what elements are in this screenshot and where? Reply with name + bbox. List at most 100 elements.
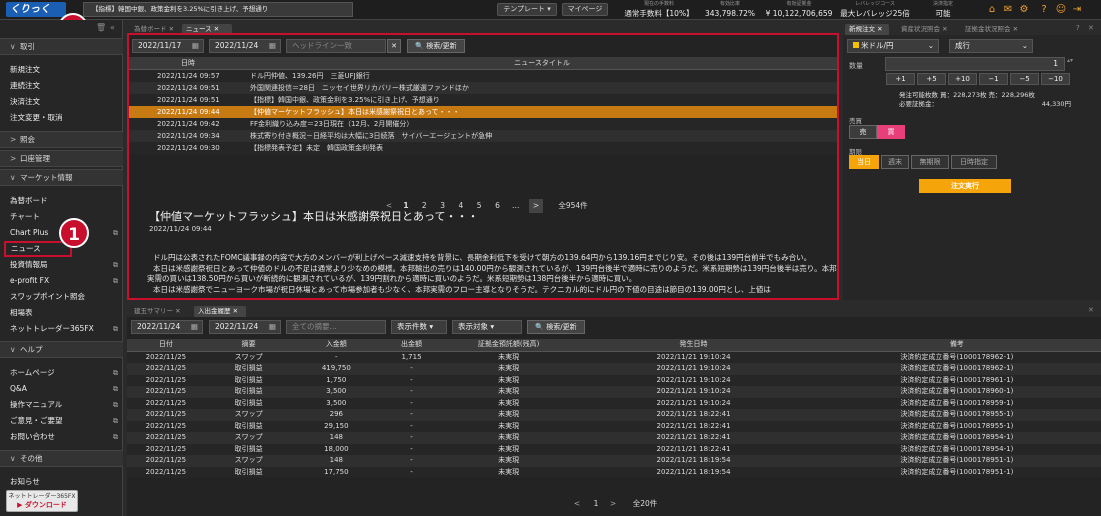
column-header[interactable]: 入金額 [292,339,381,352]
history-row[interactable]: 2022/11/25 取引損益 29,150- 未実現 2022/11/21 18:22… [127,420,1101,432]
news-row[interactable]: 2022/11/24 09:57 ドル円仲値、139.26円 三菱UFJ銀行 [129,69,837,82]
sidebar-item-modify-order[interactable]: 注文変更・取消 [10,111,118,125]
column-header[interactable]: 摘要 [204,339,293,352]
sidebar-section-trade[interactable]: ∨ 取引 [0,38,123,55]
sidebar-item-manual[interactable]: 操作マニュアル ⧉ [10,398,118,412]
tab-position-summary[interactable]: 建玉サマリー ✕ [130,306,190,317]
next-page-button[interactable]: > [607,497,619,511]
sidebar-item-serial-order[interactable]: 連続注文 [10,79,118,93]
order-type-select[interactable]: 成行 ⌄ [949,39,1033,53]
qty-plus1[interactable]: +1 [886,73,915,85]
sidebar-section-inquiry[interactable]: > 照会 [0,131,123,148]
period-datetime[interactable]: 日時指定 [951,155,997,169]
sidebar-item-notices[interactable]: お知らせ [10,475,118,489]
sidebar-item-qa[interactable]: Q&A ⧉ [10,382,118,396]
page-button[interactable]: … [509,199,523,213]
help-icon[interactable]: ? [1076,24,1080,32]
column-header[interactable]: 発生日時 [574,339,813,352]
news-row[interactable]: 2022/11/24 09:42 FF金利織り込み度＝23日現在（12月、2月開催… [129,118,837,130]
column-header[interactable]: 日付 [127,339,205,352]
user-icon[interactable]: ☺ [1055,4,1067,16]
headline-input[interactable]: ヘッドライン一致 [286,39,386,53]
stepper-arrow-icon[interactable]: ▴▾ [1067,57,1073,71]
close-icon[interactable]: ✕ [1088,306,1094,314]
history-row[interactable]: 2022/11/25 取引損益 1,750- 未実現 2022/11/21 19:10:… [127,374,1101,386]
period-indefinite[interactable]: 無期限 [911,155,949,169]
history-date-to[interactable]: 2022/11/24 ▦ [209,320,281,334]
mail-icon[interactable]: ✉ [1002,4,1014,16]
history-date-from[interactable]: 2022/11/24 ▦ [131,320,203,334]
target-select[interactable]: 表示対象 ▾ [452,320,522,334]
sidebar-item-news[interactable]: ニュース [4,241,72,257]
history-row[interactable]: 2022/11/25 スワップ 148- 未実現 2022/11/21 18:22:41… [127,432,1101,444]
tab-asset-status[interactable]: 資産状況照会 ✕ [897,24,955,35]
template-button[interactable]: テンプレート ▾ [497,3,557,16]
news-row[interactable]: 2022/11/24 09:44 【仲値マーケットフラッシュ】本日は米感謝祭祝日と… [129,106,837,118]
history-search-button[interactable]: 🔍 検索/更新 [527,320,585,334]
news-row[interactable]: 2022/11/24 09:51 【指標】韓国中銀、政策金利を3.25%に引き上げ… [129,94,837,106]
clear-button[interactable]: ✕ [387,39,401,53]
period-weekend[interactable]: 週末 [881,155,909,169]
qty-plus10[interactable]: +10 [948,73,977,85]
qty-minus10[interactable]: −10 [1041,73,1070,85]
sidebar-item-contact[interactable]: お問い合わせ ⧉ [10,430,118,444]
tab-margin-status[interactable]: 証拠金状況照会 ✕ [961,24,1023,35]
quantity-input[interactable]: 1 [885,57,1065,71]
logout-icon[interactable]: ⇥ [1071,4,1083,16]
sidebar-item-close-order[interactable]: 決済注文 [10,95,118,109]
trash-icon[interactable]: 🗑 [96,23,106,32]
date-from-input[interactable]: 2022/11/17 ▦ [132,39,204,53]
sidebar-item-new-order[interactable]: 新規注文 [10,63,118,77]
qty-plus5[interactable]: +5 [917,73,946,85]
history-row[interactable]: 2022/11/25 取引損益 419,750- 未実現 2022/11/21 19:1… [127,363,1101,375]
history-row[interactable]: 2022/11/25 スワップ 296- 未実現 2022/11/21 18:22:41… [127,409,1101,421]
collapse-icon[interactable]: « [110,23,115,32]
calendar-icon[interactable]: ▦ [192,40,199,52]
sidebar-item-eprofit[interactable]: e-profit FX ⧉ [10,274,118,288]
history-row[interactable]: 2022/11/25 取引損益 3,500- 未実現 2022/11/21 19:10:… [127,397,1101,409]
page-button[interactable]: 6 [491,199,505,213]
sidebar-section-help[interactable]: ∨ ヘルプ [0,341,123,358]
gear-icon[interactable]: ⚙ [1018,4,1030,16]
tab-new-order[interactable]: 新規注文 ✕ [845,24,889,35]
calendar-icon[interactable]: ▦ [269,321,276,333]
sidebar-section-account[interactable]: > 口座管理 [0,150,123,167]
column-header[interactable]: ニュースタイトル [247,57,837,70]
sidebar-item-investment-info[interactable]: 投資情報局 ⧉ [10,258,118,272]
page-button[interactable]: 1 [589,497,603,511]
help-icon[interactable]: ? [1038,4,1050,16]
history-row[interactable]: 2022/11/25 スワップ -1,715 未実現 2022/11/21 19:10:… [127,351,1101,363]
column-header[interactable]: 日時 [129,57,247,70]
history-row[interactable]: 2022/11/25 スワップ 148- 未実現 2022/11/21 18:19:54… [127,455,1101,467]
news-row[interactable]: 2022/11/24 09:51 外国関連投信＝28日 ニッセイ世界リカバリー株式… [129,82,837,94]
period-today[interactable]: 当日 [849,155,879,169]
download-button[interactable]: ネットトレーダー365FX ▶ ダウンロード [6,490,78,512]
close-icon[interactable]: ✕ [1088,24,1094,32]
qty-minus5[interactable]: −5 [1010,73,1039,85]
sidebar-section-other[interactable]: ∨ その他 [0,450,123,467]
submit-order-button[interactable]: 注文実行 [919,179,1011,193]
calendar-icon[interactable]: ▦ [191,321,198,333]
column-header[interactable]: 証拠金預託額(残高) [442,339,575,352]
sidebar-item-feedback[interactable]: ご意見・ご要望 ⧉ [10,414,118,428]
prev-page-button[interactable]: < [571,497,583,511]
sidebar-item-nettrader[interactable]: ネットトレーダー365FX ⧉ [10,322,118,336]
sell-button[interactable]: 売 [849,125,877,139]
calendar-icon[interactable]: ▦ [269,40,276,52]
sidebar-item-homepage[interactable]: ホームページ ⧉ [10,366,118,380]
count-select[interactable]: 表示件数 ▾ [391,320,447,334]
history-row[interactable]: 2022/11/25 取引損益 3,500- 未実現 2022/11/21 19:10:… [127,386,1101,398]
news-row[interactable]: 2022/11/24 09:34 株式寄り付き概況－日経平均は大幅に3日続落 サイ… [129,130,837,142]
search-button[interactable]: 🔍 検索/更新 [407,39,465,53]
home-icon[interactable]: ⌂ [986,4,998,16]
history-row[interactable]: 2022/11/25 取引損益 17,750- 未実現 2022/11/21 18:19… [127,466,1101,478]
column-header[interactable]: 備考 [812,339,1101,352]
news-row[interactable]: 2022/11/24 09:30 【指標発表予定】未定 韓国政策金利発表 [129,142,837,154]
sidebar-item-swap-points[interactable]: スワップポイント照会 [10,290,118,304]
mypage-button[interactable]: マイページ [562,3,608,16]
tab-deposit-history[interactable]: 入出金履歴 ✕ [194,306,246,317]
date-to-input[interactable]: 2022/11/24 ▦ [209,39,281,53]
sidebar-section-market[interactable]: ∨ マーケット情報 [0,169,123,186]
history-row[interactable]: 2022/11/25 取引損益 18,000- 未実現 2022/11/21 18:22… [127,443,1101,455]
next-page-button[interactable]: > [529,199,543,213]
